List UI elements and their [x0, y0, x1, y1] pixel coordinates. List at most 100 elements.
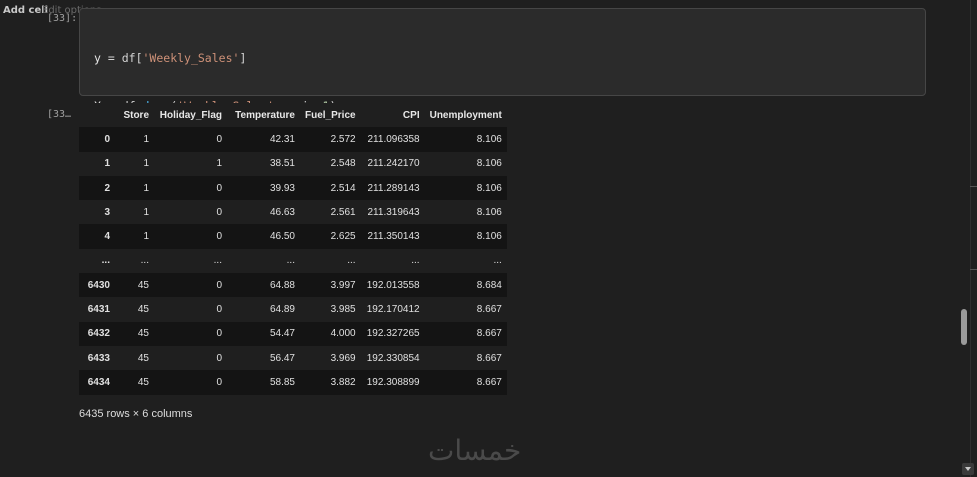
column-header-fuel-price: Fuel_Price — [300, 103, 361, 128]
code-token: ] — [239, 51, 247, 65]
table-cell: 8.684 — [476, 279, 502, 291]
code-token: df[ — [121, 51, 143, 65]
table-cell: 45 — [137, 328, 149, 340]
column-header-cpi: CPI — [360, 103, 425, 128]
table-cell: 0 — [216, 182, 222, 194]
table-cell: 192.170412 — [366, 304, 420, 316]
table-cell: 211.096358 — [367, 133, 420, 145]
row-index: 6434 — [87, 376, 110, 388]
table-cell: 0 — [216, 231, 222, 243]
code-cell-editor[interactable]: y = df['Weekly_Sales'] X = df.drop('Week… — [79, 8, 926, 161]
table-row: 0 1 0 42.31 2.572 211.096358 8.106 — [79, 127, 507, 152]
table-cell: 45 — [137, 279, 149, 291]
table-cell: 211.350143 — [367, 231, 420, 243]
table-row: 6433 45 0 56.47 3.969 192.330854 8.667 — [79, 345, 507, 371]
output-execution-count: [33… — [47, 109, 72, 120]
row-index: 1 — [104, 158, 110, 170]
table-cell: 8.106 — [476, 206, 502, 218]
table-row: 6430 45 0 64.88 3.997 192.013558 8.684 — [79, 273, 507, 298]
table-header-row: Store Holiday_Flag Temperature Fuel_Pric… — [79, 103, 507, 128]
column-header-temperature: Temperature — [227, 103, 300, 128]
table-cell: 3.985 — [330, 304, 356, 316]
code-string: 'Weekly_Sales' — [142, 51, 240, 65]
table-cell: 192.013558 — [366, 279, 420, 291]
table-cell: 8.667 — [476, 304, 502, 316]
table-cell: 58.85 — [269, 376, 295, 388]
table-cell: 0 — [216, 376, 222, 388]
column-header-store: Store — [118, 103, 154, 128]
table-cell: 192.330854 — [366, 352, 420, 364]
table-cell: ... — [411, 255, 420, 267]
input-execution-count: [33]: — [47, 13, 78, 24]
table-cell: 8.106 — [476, 133, 502, 145]
table-cell: 42.31 — [269, 133, 295, 145]
table-cell: 4.000 — [330, 328, 356, 340]
table-cell: 64.89 — [269, 304, 295, 316]
row-index: 2 — [104, 182, 110, 194]
table-cell: 8.106 — [476, 182, 502, 194]
table-cell: 8.667 — [476, 352, 502, 364]
table-cell: 46.50 — [269, 231, 295, 243]
table-cell: 211.289143 — [367, 182, 420, 194]
column-header-index — [79, 103, 118, 128]
table-cell: ... — [493, 255, 502, 267]
table-cell: 1 — [216, 158, 222, 170]
table-cell: 192.308899 — [366, 376, 420, 388]
table-cell: 211.319643 — [367, 206, 420, 218]
table-cell: ... — [140, 255, 149, 267]
row-index: 6433 — [87, 352, 110, 364]
table-cell: 1 — [143, 133, 149, 145]
table-row: 3 1 0 46.63 2.561 211.319643 8.106 — [79, 200, 507, 225]
table-cell: 2.514 — [330, 182, 356, 194]
code-token: = — [100, 51, 122, 65]
table-cell: 3.969 — [330, 352, 356, 364]
table-cell: 2.561 — [330, 206, 356, 218]
table-cell: 45 — [137, 376, 149, 388]
table-row: 4 1 0 46.50 2.625 211.350143 8.106 — [79, 224, 507, 249]
row-index: 6432 — [87, 328, 110, 340]
table-cell: 2.625 — [330, 231, 356, 243]
table-cell: 54.47 — [269, 328, 295, 340]
table-cell: ... — [286, 255, 295, 267]
table-row-ellipsis: ..................... — [79, 248, 507, 274]
scrollbar-divider — [970, 0, 971, 477]
table-cell: 38.51 — [269, 158, 295, 170]
row-index: 4 — [104, 231, 110, 243]
table-cell: 8.106 — [476, 158, 502, 170]
chevron-down-icon[interactable] — [962, 463, 974, 475]
column-header-unemployment: Unemployment — [424, 103, 507, 128]
table-cell: 64.88 — [269, 279, 295, 291]
table-cell: 2.572 — [330, 133, 356, 145]
watermark-logo: خمسات — [428, 434, 522, 467]
table-cell: 8.106 — [476, 231, 502, 243]
row-index: 6430 — [87, 279, 110, 291]
table-cell: 56.47 — [269, 352, 295, 364]
table-cell: 45 — [137, 304, 149, 316]
table-cell: 1 — [143, 231, 149, 243]
row-index: ... — [101, 255, 110, 267]
table-cell: 1 — [143, 206, 149, 218]
table-cell: 46.63 — [269, 206, 295, 218]
table-cell: ... — [213, 255, 222, 267]
table-cell: 211.242170 — [367, 158, 420, 170]
notebook-page: Add cell Edit options [33]: y = df['Week… — [0, 0, 977, 477]
table-cell: 0 — [216, 352, 222, 364]
row-index: 0 — [104, 133, 110, 145]
table-row: 6432 45 0 54.47 4.000 192.327265 8.667 — [79, 321, 507, 346]
table-cell: 3.997 — [330, 279, 356, 291]
table-cell: 0 — [216, 328, 222, 340]
table-cell: 2.548 — [330, 158, 356, 170]
table-cell: 39.93 — [269, 182, 295, 194]
scrollbar-marker — [970, 269, 977, 270]
table-cell: 0 — [216, 279, 222, 291]
table-row: 2 1 0 39.93 2.514 211.289143 8.106 — [79, 175, 507, 201]
scrollbar-thumb[interactable] — [961, 309, 967, 345]
code-line-1: y = df['Weekly_Sales'] — [94, 50, 336, 66]
dataframe-shape: 6435 rows × 6 columns — [79, 408, 193, 420]
table-row: 6434 45 0 58.85 3.882 192.308899 8.667 — [79, 370, 507, 395]
row-index: 3 — [104, 206, 110, 218]
dataframe-table: Store Holiday_Flag Temperature Fuel_Pric… — [79, 103, 507, 395]
table-cell: 8.667 — [476, 376, 502, 388]
table-cell: 0 — [216, 133, 222, 145]
table-cell: 3.882 — [330, 376, 356, 388]
